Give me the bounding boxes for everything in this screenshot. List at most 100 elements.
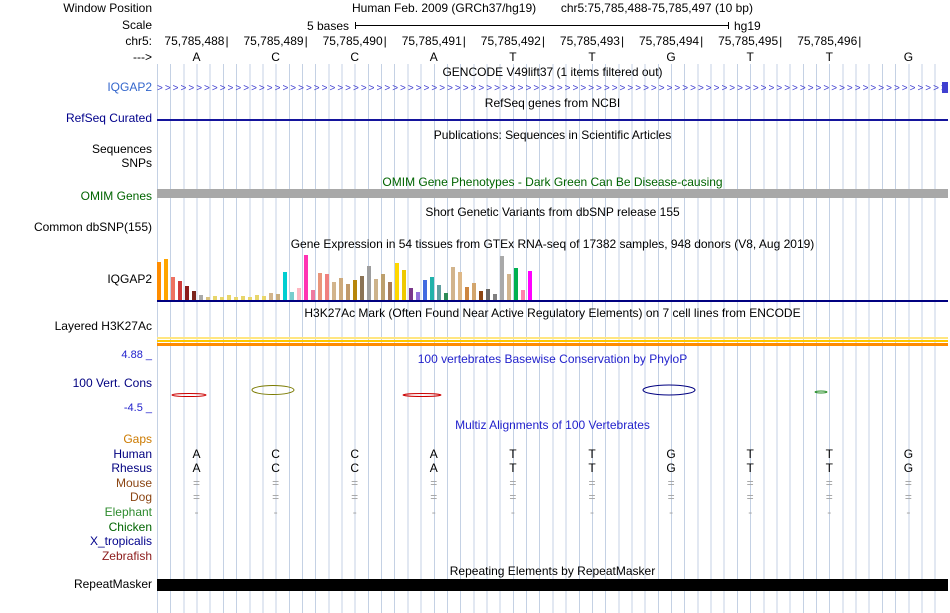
h3k27ac-signal-band[interactable]	[157, 337, 948, 347]
h3k27ac-track-title[interactable]: H3K27Ac Mark (Often Found Near Active Re…	[157, 307, 948, 320]
species-label[interactable]: Gaps	[0, 433, 152, 446]
alignment-cell: =	[904, 475, 912, 490]
alignment-cell: =	[192, 475, 200, 490]
gtex-tissue-bar[interactable]	[395, 263, 399, 300]
gtex-tissue-bar[interactable]	[409, 288, 413, 300]
gtex-tissue-bar[interactable]	[500, 256, 504, 300]
gtex-expression-bars[interactable]	[157, 255, 948, 300]
gtex-tissue-bar[interactable]	[521, 290, 525, 300]
species-label[interactable]: Human	[0, 447, 152, 461]
gtex-tissue-bar[interactable]	[444, 293, 448, 300]
genome-build-label: hg19	[734, 19, 761, 33]
sequences-track-label[interactable]: Sequences	[0, 143, 152, 156]
gtex-tissue-bar[interactable]	[192, 291, 196, 300]
gtex-tissue-bar[interactable]	[185, 286, 189, 300]
omim-genes-bar[interactable]	[157, 189, 948, 198]
alignment-cell: C	[350, 446, 360, 461]
gtex-tissue-bar[interactable]	[458, 272, 462, 300]
coordinates-row: 75,785,48875,785,48975,785,49075,785,491…	[157, 35, 948, 48]
gtex-tissue-bar[interactable]	[157, 262, 161, 300]
alignment-cell: =	[588, 475, 596, 490]
species-label[interactable]: Elephant	[0, 506, 152, 519]
gtex-tissue-bar[interactable]	[360, 276, 364, 300]
h3k27ac-track-label[interactable]: Layered H3K27Ac	[0, 320, 152, 333]
gtex-tissue-bar[interactable]	[297, 288, 301, 300]
gtex-tissue-bar[interactable]	[290, 292, 294, 300]
gencode-item-label[interactable]: IQGAP2	[0, 81, 152, 94]
gtex-tissue-bar[interactable]	[472, 283, 476, 300]
publications-track-title[interactable]: Publications: Sequences in Scientific Ar…	[157, 129, 948, 142]
gtex-tissue-bar[interactable]	[423, 280, 427, 300]
gtex-tissue-bar[interactable]	[402, 270, 406, 300]
gtex-tissue-bar[interactable]	[304, 255, 308, 300]
species-label[interactable]: Mouse	[0, 476, 152, 490]
omim-track-label[interactable]: OMIM Genes	[0, 190, 152, 203]
alignment-cell: A	[429, 461, 438, 476]
gtex-tissue-bar[interactable]	[437, 285, 441, 300]
multiz-track-title[interactable]: Multiz Alignments of 100 Vertebrates	[157, 419, 948, 432]
gtex-tissue-bar[interactable]	[353, 280, 357, 300]
gtex-tissue-bar[interactable]	[388, 282, 392, 300]
species-label[interactable]: Dog	[0, 491, 152, 504]
base-letter: C	[350, 50, 360, 64]
alignment-cell: T	[509, 461, 517, 476]
conservation-marks[interactable]	[157, 384, 948, 400]
gtex-tissue-bar[interactable]	[465, 287, 469, 300]
repeatmasker-track-label[interactable]: RepeatMasker	[0, 578, 152, 591]
dbsnp-track-label[interactable]: Common dbSNP(155)	[0, 221, 152, 234]
gtex-tissue-bar[interactable]	[451, 267, 455, 300]
repeatmasker-bar[interactable]	[157, 579, 948, 591]
gtex-tissue-bar[interactable]	[514, 268, 518, 300]
species-label[interactable]: Zebrafish	[0, 549, 152, 563]
species-label[interactable]: Chicken	[0, 520, 152, 534]
multiz-alignment[interactable]: Gaps Human A C C A T T G T T G Rhesus A C C A T T G T T G Mouse…	[0, 433, 950, 565]
conservation-track-label[interactable]: 100 Vert. Cons	[0, 377, 152, 390]
refseq-curated-line[interactable]	[157, 119, 948, 121]
scale-label: Scale	[121, 18, 152, 32]
gtex-tissue-bar[interactable]	[339, 278, 343, 300]
gtex-tissue-bar[interactable]	[171, 277, 175, 300]
refseq-track-label[interactable]: RefSeq Curated	[0, 112, 152, 125]
gencode-transcript-arrows[interactable]: >>>>>>>>>>>>>>>>>>>>>>>>>>>>>>>>>>>>>>>>…	[157, 82, 948, 95]
gtex-track-title[interactable]: Gene Expression in 54 tissues from GTEx …	[157, 238, 948, 251]
conservation-mark	[814, 390, 828, 394]
snps-track-label[interactable]: SNPs	[0, 157, 152, 170]
gtex-tissue-bar[interactable]	[346, 284, 350, 300]
species-label[interactable]: Rhesus	[0, 462, 152, 475]
gtex-gene-label[interactable]: IQGAP2	[0, 273, 152, 286]
dbsnp-track-title[interactable]: Short Genetic Variants from dbSNP releas…	[157, 206, 948, 219]
gtex-tissue-bar[interactable]	[164, 259, 168, 300]
gencode-exon-block[interactable]	[942, 82, 948, 93]
repeatmasker-track-title[interactable]: Repeating Elements by RepeatMasker	[157, 565, 948, 578]
gtex-tissue-bar[interactable]	[332, 282, 336, 300]
gtex-tissue-bar[interactable]	[325, 274, 329, 300]
alignment-cell: T	[746, 446, 754, 461]
species-label[interactable]: X_tropicalis	[0, 535, 152, 548]
alignment-cell: =	[430, 475, 438, 490]
alignment-cell: -	[590, 505, 594, 519]
gtex-tissue-bar[interactable]	[311, 290, 315, 300]
refseq-track-title[interactable]: RefSeq genes from NCBI	[157, 97, 948, 110]
gencode-track-title[interactable]: GENCODE V49lift37 (1 items filtered out)	[157, 66, 948, 79]
conservation-track-title[interactable]: 100 vertebrates Basewise Conservation by…	[157, 353, 948, 366]
coordinate-label: 75,785,489	[236, 35, 315, 48]
alignment-cell: C	[350, 461, 360, 476]
gtex-tissue-bar[interactable]	[283, 272, 287, 300]
gtex-tissue-bar[interactable]	[374, 279, 378, 300]
gtex-tissue-bar[interactable]	[528, 271, 532, 300]
range-title: chr5:75,785,488-75,785,497 (10 bp)	[560, 1, 753, 15]
alignment-cell: A	[192, 461, 201, 476]
gtex-tissue-bar[interactable]	[507, 274, 511, 300]
gtex-tissue-bar[interactable]	[269, 293, 273, 300]
omim-track-title[interactable]: OMIM Gene Phenotypes - Dark Green Can Be…	[157, 176, 948, 189]
gtex-tissue-bar[interactable]	[486, 289, 490, 300]
gtex-tissue-bar[interactable]	[416, 292, 420, 300]
gtex-tissue-bar[interactable]	[178, 281, 182, 300]
gtex-tissue-bar[interactable]	[430, 277, 434, 300]
gtex-tissue-bar[interactable]	[367, 266, 371, 300]
gtex-tissue-bar[interactable]	[318, 273, 322, 300]
gtex-tissue-bar[interactable]	[381, 274, 385, 300]
gtex-tissue-bar[interactable]	[479, 291, 483, 300]
h3k27ac-layer	[157, 337, 948, 339]
h3k27ac-layer	[157, 340, 948, 342]
